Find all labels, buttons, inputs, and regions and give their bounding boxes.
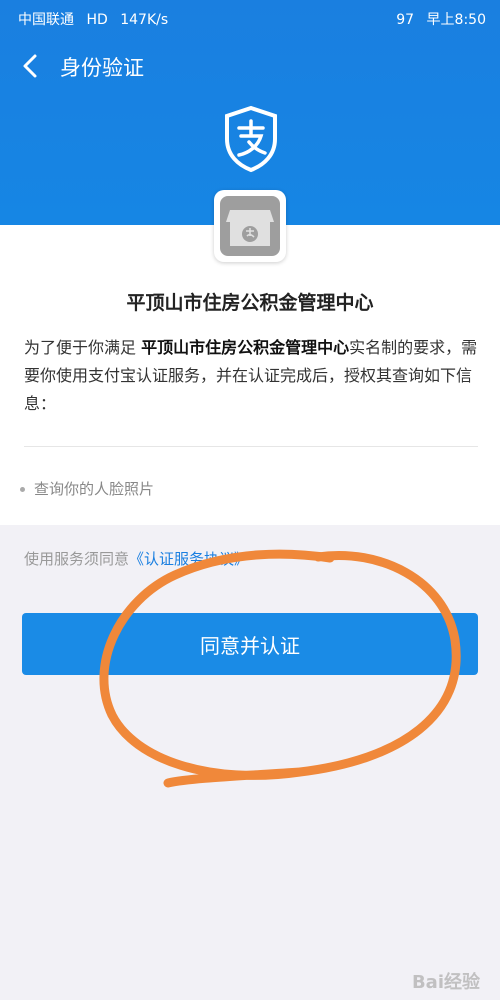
clock: 早上8:50 <box>426 12 486 28</box>
divider <box>24 446 478 447</box>
info-item: 查询你的人脸照片 <box>20 478 154 499</box>
authorization-description: 为了便于你满足 平顶山市住房公积金管理中心实名制的要求，需要你使用支付宝认证服务… <box>24 334 482 418</box>
nav-bar: 身份验证 <box>0 40 500 92</box>
agreement-text: 使用服务须同意《认证服务协议》 <box>24 548 249 569</box>
page-title: 身份验证 <box>60 56 144 80</box>
agree-and-verify-button[interactable]: 同意并认证 <box>22 613 478 675</box>
alipay-shield-icon <box>225 105 277 173</box>
battery-level: 97 <box>396 12 415 28</box>
back-arrow-icon[interactable] <box>20 52 42 80</box>
bullet-dot <box>20 487 25 492</box>
status-bar: 中国联通 HD 147K/s 97 早上8:50 <box>0 0 500 36</box>
description-org: 平顶山市住房公积金管理中心 <box>141 338 350 357</box>
description-prefix: 为了便于你满足 <box>24 338 137 357</box>
info-item-label: 查询你的人脸照片 <box>34 480 155 498</box>
agreement-prefix: 使用服务须同意 <box>24 550 130 568</box>
net-speed: 147K/s <box>120 12 169 28</box>
store-icon <box>214 190 286 262</box>
carrier-label: 中国联通 <box>18 12 74 28</box>
agreement-link[interactable]: 《认证服务协议》 <box>129 550 249 568</box>
organization-name: 平顶山市住房公积金管理中心 <box>126 292 374 314</box>
watermark-logo: Bai经验 <box>411 972 480 993</box>
network-badge: HD <box>86 12 108 28</box>
